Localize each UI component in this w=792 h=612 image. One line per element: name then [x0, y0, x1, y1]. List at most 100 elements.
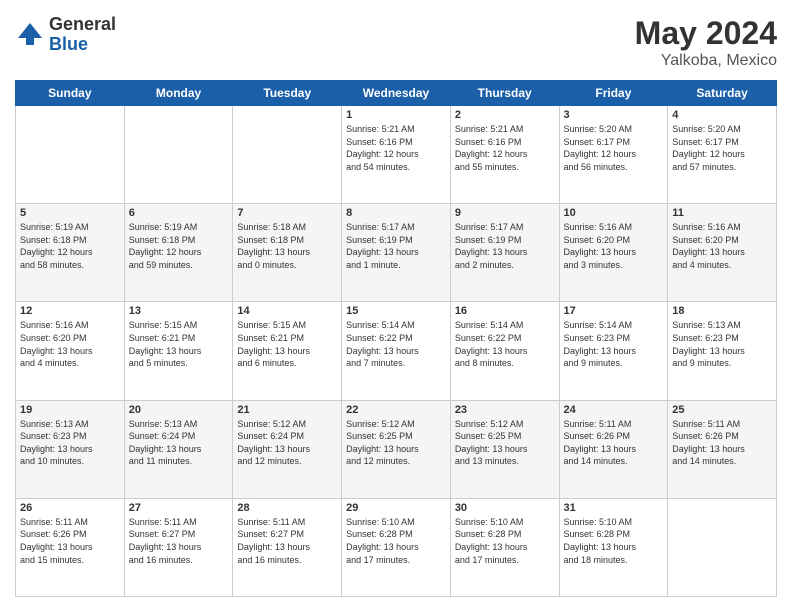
day-number: 4 — [672, 109, 772, 121]
day-header-saturday: Saturday — [668, 81, 777, 106]
subtitle: Yalkoba, Mexico — [635, 52, 777, 70]
day-header-tuesday: Tuesday — [233, 81, 342, 106]
calendar-week-row: 1 Sunrise: 5:21 AMSunset: 6:16 PMDaylight… — [16, 106, 777, 204]
day-info: Sunrise: 5:17 AMSunset: 6:19 PMDaylight:… — [346, 221, 446, 271]
page: General Blue May 2024 Yalkoba, Mexico Su… — [0, 0, 792, 612]
day-info: Sunrise: 5:19 AMSunset: 6:18 PMDaylight:… — [20, 221, 120, 271]
logo-text: General Blue — [49, 15, 116, 55]
day-number: 27 — [129, 502, 229, 514]
logo-general: General — [49, 15, 116, 35]
calendar-cell: 16Sunrise: 5:14 AMSunset: 6:22 PMDayligh… — [450, 302, 559, 400]
day-info: Sunrise: 5:13 AMSunset: 6:24 PMDaylight:… — [129, 418, 229, 468]
day-number: 3 — [564, 109, 664, 121]
calendar-cell: 21 Sunrise: 5:12 AMSunset: 6:24 PMDayligh… — [233, 400, 342, 498]
day-number: 15 — [346, 305, 446, 317]
day-number: 19 — [20, 404, 120, 416]
day-info: Sunrise: 5:16 AMSunset: 6:20 PMDaylight:… — [672, 221, 772, 271]
calendar-week-row: 12 Sunrise: 5:16 AMSunset: 6:20 PMDayligh… — [16, 302, 777, 400]
calendar-cell: 12 Sunrise: 5:16 AMSunset: 6:20 PMDayligh… — [16, 302, 125, 400]
calendar-cell: 27Sunrise: 5:11 AMSunset: 6:27 PMDayligh… — [124, 498, 233, 596]
day-number: 29 — [346, 502, 446, 514]
day-header-thursday: Thursday — [450, 81, 559, 106]
day-number: 5 — [20, 207, 120, 219]
calendar-cell: 4 Sunrise: 5:20 AMSunset: 6:17 PMDaylight… — [668, 106, 777, 204]
day-header-sunday: Sunday — [16, 81, 125, 106]
calendar-week-row: 19 Sunrise: 5:13 AMSunset: 6:23 PMDayligh… — [16, 400, 777, 498]
calendar-cell: 25Sunrise: 5:11 AMSunset: 6:26 PMDayligh… — [668, 400, 777, 498]
day-info: Sunrise: 5:12 AMSunset: 6:25 PMDaylight:… — [346, 418, 446, 468]
day-info: Sunrise: 5:10 AMSunset: 6:28 PMDaylight:… — [564, 516, 664, 566]
calendar-cell: 11 Sunrise: 5:16 AMSunset: 6:20 PMDayligh… — [668, 204, 777, 302]
logo-blue: Blue — [49, 35, 116, 55]
header: General Blue May 2024 Yalkoba, Mexico — [15, 15, 777, 70]
day-number: 22 — [346, 404, 446, 416]
calendar-cell: 7 Sunrise: 5:18 AMSunset: 6:18 PMDaylight… — [233, 204, 342, 302]
day-info: Sunrise: 5:18 AMSunset: 6:18 PMDaylight:… — [237, 221, 337, 271]
calendar-cell: 19 Sunrise: 5:13 AMSunset: 6:23 PMDayligh… — [16, 400, 125, 498]
day-info: Sunrise: 5:12 AMSunset: 6:25 PMDaylight:… — [455, 418, 555, 468]
day-info: Sunrise: 5:16 AMSunset: 6:20 PMDaylight:… — [20, 319, 120, 369]
calendar-cell: 17Sunrise: 5:14 AMSunset: 6:23 PMDayligh… — [559, 302, 668, 400]
day-number: 20 — [129, 404, 229, 416]
calendar-cell — [233, 106, 342, 204]
day-number: 31 — [564, 502, 664, 514]
calendar-week-row: 5 Sunrise: 5:19 AMSunset: 6:18 PMDaylight… — [16, 204, 777, 302]
calendar-cell: 20 Sunrise: 5:13 AMSunset: 6:24 PMDayligh… — [124, 400, 233, 498]
calendar-week-row: 26Sunrise: 5:11 AMSunset: 6:26 PMDayligh… — [16, 498, 777, 596]
calendar-cell: 18Sunrise: 5:13 AMSunset: 6:23 PMDayligh… — [668, 302, 777, 400]
day-header-wednesday: Wednesday — [342, 81, 451, 106]
calendar-cell: 22 Sunrise: 5:12 AMSunset: 6:25 PMDayligh… — [342, 400, 451, 498]
day-info: Sunrise: 5:13 AMSunset: 6:23 PMDaylight:… — [20, 418, 120, 468]
day-info: Sunrise: 5:15 AMSunset: 6:21 PMDaylight:… — [129, 319, 229, 369]
calendar-cell: 13 Sunrise: 5:15 AMSunset: 6:21 PMDayligh… — [124, 302, 233, 400]
day-number: 28 — [237, 502, 337, 514]
day-number: 7 — [237, 207, 337, 219]
logo: General Blue — [15, 15, 116, 55]
day-info: Sunrise: 5:17 AMSunset: 6:19 PMDaylight:… — [455, 221, 555, 271]
day-number: 17 — [564, 305, 664, 317]
day-header-friday: Friday — [559, 81, 668, 106]
day-number: 24 — [564, 404, 664, 416]
day-number: 18 — [672, 305, 772, 317]
day-number: 8 — [346, 207, 446, 219]
day-info: Sunrise: 5:21 AMSunset: 6:16 PMDaylight:… — [455, 123, 555, 173]
calendar-cell: 23Sunrise: 5:12 AMSunset: 6:25 PMDayligh… — [450, 400, 559, 498]
day-number: 1 — [346, 109, 446, 121]
day-info: Sunrise: 5:10 AMSunset: 6:28 PMDaylight:… — [346, 516, 446, 566]
calendar-table: SundayMondayTuesdayWednesdayThursdayFrid… — [15, 80, 777, 597]
calendar-cell: 3 Sunrise: 5:20 AMSunset: 6:17 PMDaylight… — [559, 106, 668, 204]
day-info: Sunrise: 5:15 AMSunset: 6:21 PMDaylight:… — [237, 319, 337, 369]
day-info: Sunrise: 5:16 AMSunset: 6:20 PMDaylight:… — [564, 221, 664, 271]
day-number: 6 — [129, 207, 229, 219]
title-area: May 2024 Yalkoba, Mexico — [635, 15, 777, 70]
day-info: Sunrise: 5:10 AMSunset: 6:28 PMDaylight:… — [455, 516, 555, 566]
calendar-cell: 29 Sunrise: 5:10 AMSunset: 6:28 PMDayligh… — [342, 498, 451, 596]
day-info: Sunrise: 5:20 AMSunset: 6:17 PMDaylight:… — [564, 123, 664, 173]
day-info: Sunrise: 5:11 AMSunset: 6:26 PMDaylight:… — [564, 418, 664, 468]
main-title: May 2024 — [635, 15, 777, 52]
day-info: Sunrise: 5:20 AMSunset: 6:17 PMDaylight:… — [672, 123, 772, 173]
day-number: 12 — [20, 305, 120, 317]
day-number: 26 — [20, 502, 120, 514]
calendar-cell: 30 Sunrise: 5:10 AMSunset: 6:28 PMDayligh… — [450, 498, 559, 596]
day-number: 13 — [129, 305, 229, 317]
calendar-cell: 2Sunrise: 5:21 AMSunset: 6:16 PMDaylight… — [450, 106, 559, 204]
day-info: Sunrise: 5:21 AMSunset: 6:16 PMDaylight:… — [346, 123, 446, 173]
day-number: 11 — [672, 207, 772, 219]
day-number: 16 — [455, 305, 555, 317]
calendar-cell: 24 Sunrise: 5:11 AMSunset: 6:26 PMDayligh… — [559, 400, 668, 498]
logo-icon — [15, 20, 45, 50]
calendar-cell — [124, 106, 233, 204]
calendar-cell: 5 Sunrise: 5:19 AMSunset: 6:18 PMDaylight… — [16, 204, 125, 302]
day-header-monday: Monday — [124, 81, 233, 106]
calendar-cell: 1 Sunrise: 5:21 AMSunset: 6:16 PMDaylight… — [342, 106, 451, 204]
calendar-cell: 28Sunrise: 5:11 AMSunset: 6:27 PMDayligh… — [233, 498, 342, 596]
day-info: Sunrise: 5:14 AMSunset: 6:22 PMDaylight:… — [346, 319, 446, 369]
day-info: Sunrise: 5:12 AMSunset: 6:24 PMDaylight:… — [237, 418, 337, 468]
day-number: 9 — [455, 207, 555, 219]
day-number: 25 — [672, 404, 772, 416]
day-number: 30 — [455, 502, 555, 514]
calendar-cell: 26Sunrise: 5:11 AMSunset: 6:26 PMDayligh… — [16, 498, 125, 596]
calendar-cell: 8 Sunrise: 5:17 AMSunset: 6:19 PMDaylight… — [342, 204, 451, 302]
day-number: 21 — [237, 404, 337, 416]
